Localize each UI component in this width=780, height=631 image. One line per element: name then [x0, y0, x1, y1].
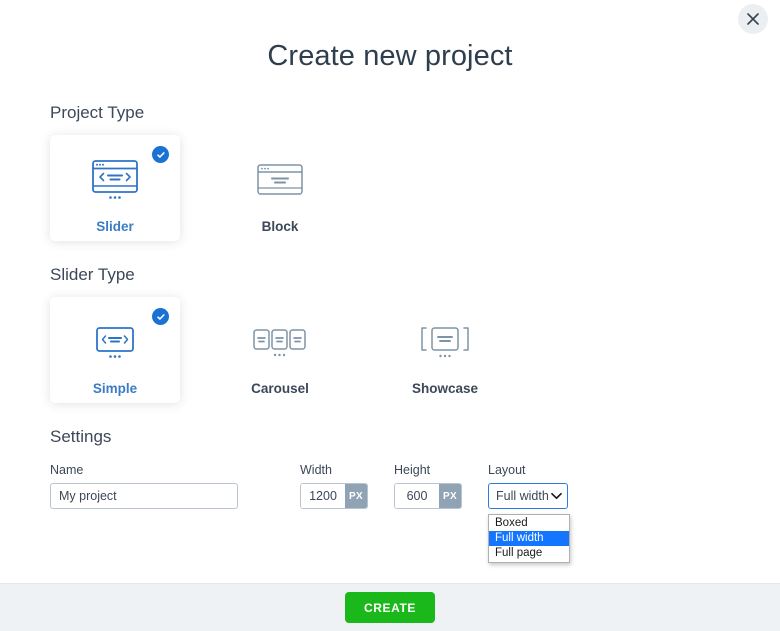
width-unit-badge: PX — [345, 484, 367, 508]
settings-heading: Settings — [50, 427, 112, 446]
chevron-down-icon — [551, 489, 562, 503]
slider-type-label: Showcase — [411, 381, 479, 396]
block-window-icon — [253, 155, 307, 207]
layout-select[interactable]: Full width — [488, 483, 568, 509]
close-button[interactable] — [738, 4, 768, 34]
layout-selected-value: Full width — [496, 489, 549, 503]
layout-option-boxed[interactable]: Boxed — [489, 516, 569, 531]
close-icon — [747, 13, 759, 25]
project-type-card-slider[interactable]: Slider — [50, 135, 180, 241]
project-type-label: Slider — [96, 219, 134, 234]
slider-type-label: Carousel — [251, 381, 309, 396]
carousel-slides-icon — [249, 317, 311, 369]
page-title: Create new project — [267, 40, 513, 72]
width-input[interactable] — [301, 484, 345, 508]
layout-label: Layout — [488, 463, 526, 477]
project-type-options: Slider Block — [50, 135, 780, 241]
slider-type-card-simple[interactable]: Simple — [50, 297, 180, 403]
project-type-label: Block — [261, 219, 299, 234]
name-field-group: Name — [50, 463, 238, 509]
layout-option-full-width[interactable]: Full width — [489, 531, 569, 546]
slider-window-icon — [88, 155, 142, 207]
width-field-group: Width PX — [300, 463, 368, 509]
slider-type-heading: Slider Type — [50, 265, 135, 284]
width-input-group: PX — [300, 483, 368, 509]
settings-section: Settings Name Width PX Height PX — [0, 427, 780, 563]
slider-type-section: Slider Type Simple Carousel Showcase — [0, 265, 780, 403]
project-type-heading: Project Type — [50, 103, 145, 122]
slider-type-card-showcase[interactable]: Showcase — [380, 297, 510, 403]
check-circle-icon — [152, 308, 169, 325]
height-label: Height — [394, 463, 431, 477]
project-type-section: Project Type Slider Block — [0, 103, 780, 241]
create-button[interactable]: CREATE — [345, 592, 435, 623]
layout-dropdown-list[interactable]: Boxed Full width Full page — [488, 514, 570, 563]
check-circle-icon — [152, 146, 169, 163]
height-unit-badge: PX — [439, 484, 461, 508]
height-field-group: Height PX — [394, 463, 462, 509]
height-input[interactable] — [395, 484, 439, 508]
modal-footer: CREATE — [0, 583, 780, 631]
name-label: Name — [50, 463, 84, 477]
settings-fields: Name Width PX Height PX Layout — [50, 463, 780, 563]
slider-type-options: Simple Carousel Showcase — [50, 297, 780, 403]
showcase-slide-icon — [414, 317, 476, 369]
layout-option-full-page[interactable]: Full page — [489, 546, 569, 561]
layout-field-group: Layout Full width Boxed Full width Full … — [488, 463, 570, 563]
slider-type-card-carousel[interactable]: Carousel — [215, 297, 345, 403]
name-input[interactable] — [50, 483, 238, 509]
simple-slide-icon — [88, 317, 142, 369]
create-project-modal: Create new project Project Type Slider B… — [0, 0, 780, 631]
slider-type-label: Simple — [92, 381, 138, 396]
width-label: Width — [300, 463, 332, 477]
height-input-group: PX — [394, 483, 462, 509]
project-type-card-block[interactable]: Block — [215, 135, 345, 241]
